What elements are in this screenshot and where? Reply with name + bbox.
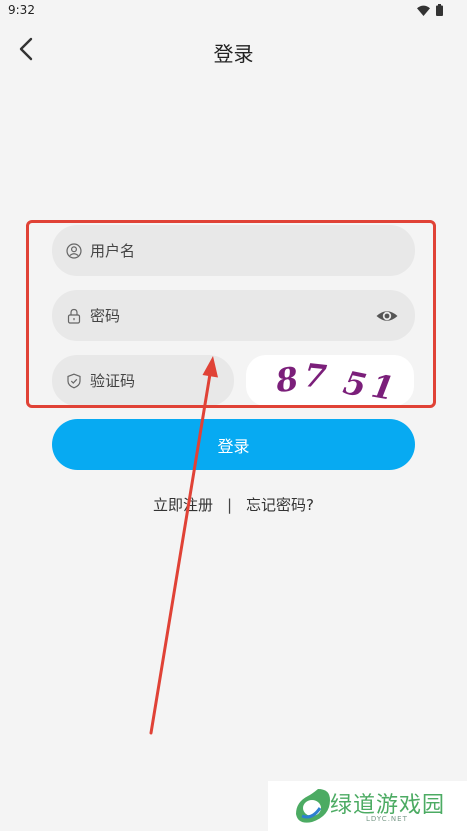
- watermark: 绿道游戏园 LDYC.NET: [268, 781, 467, 831]
- watermark-subtext: LDYC.NET: [366, 815, 408, 823]
- annotation-arrow: [149, 356, 218, 735]
